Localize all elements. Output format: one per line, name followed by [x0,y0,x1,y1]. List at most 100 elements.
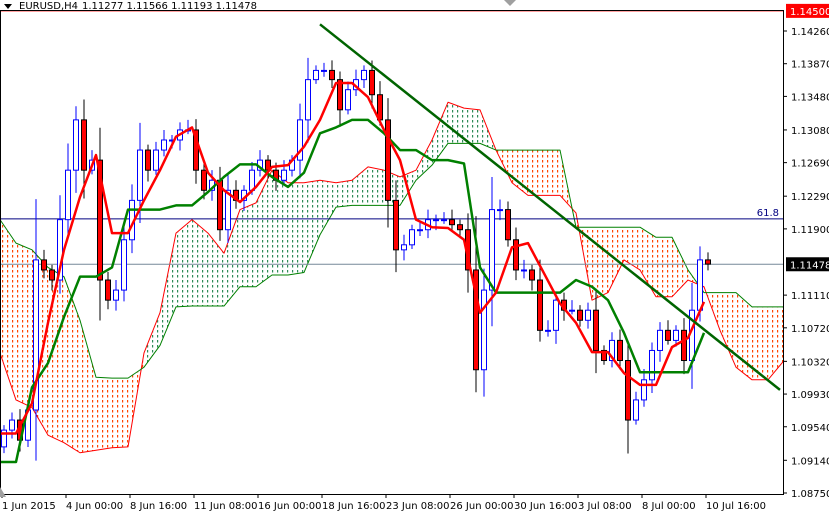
candle-bearish [329,60,335,89]
candle-body [673,329,679,341]
candle-bullish [481,268,487,397]
candle-bearish [625,344,631,454]
candle-body [305,79,311,121]
y-tick-label: 1.09140 [791,456,829,467]
candle-bullish [489,176,495,327]
cloud-segment-bullish [176,219,192,307]
candle-body [433,219,439,222]
price-chart[interactable]: 61.8 1.14260 1.13870 1.13480 1.13080 1.12690… [0,0,829,513]
y-tick-label: 1.12290 [791,192,829,203]
candle-bullish [305,57,311,143]
candle-bullish [569,300,575,315]
candle-body [161,139,167,151]
dropdown-triangle-icon[interactable] [4,4,12,9]
x-tick-label: 18 Jun 16:00 [322,501,386,512]
candle-body [329,69,335,81]
candle-bullish [545,320,551,337]
trendline[interactable] [319,23,781,391]
candle-bullish [401,234,407,261]
candle-bullish [689,283,695,389]
candle-bearish [385,98,391,228]
candle-bearish [193,119,199,184]
candle-bearish [513,227,519,281]
candle-bearish [449,209,455,231]
y-tick-label: 1.09540 [791,423,829,434]
y-tick-label: 1.09930 [791,390,829,401]
candle-body [49,269,55,281]
candle-body [409,229,415,246]
candle-body [521,269,527,272]
candle-bearish [529,264,535,291]
cloud-segment-bullish [464,108,480,144]
candle-bearish [105,271,111,310]
cloud-segment-bullish [368,166,384,206]
cloud-segment-bearish [80,320,96,453]
cloud-segment-bearish [96,377,112,451]
candle-bearish [705,252,711,271]
candle-body [697,259,703,311]
y-tick-label: 1.12690 [791,159,829,170]
candle-body [545,329,551,332]
candle-body [569,309,575,312]
chart-window[interactable]: 61.8 1.14260 1.13870 1.13480 1.13080 1.12690… [0,0,829,513]
candle-body [529,269,535,281]
x-tick-label: 3 Jul 08:00 [578,501,632,512]
candle-body [113,289,119,301]
candle-body [41,259,47,271]
cloud-segment-bullish [320,180,336,235]
candle-bullish [521,259,527,279]
candle-body [401,244,407,251]
cloud-segment-bullish [192,219,208,307]
candle-body [225,189,231,231]
chart-shift-marker-icon [504,0,516,6]
candle-body [585,309,591,321]
candle-bearish [601,345,607,365]
candle-bullish [313,65,319,84]
cloud-segment-bearish [768,306,784,380]
candle-body [625,360,631,421]
cloud-segment-bullish [352,166,368,206]
candle-body [369,69,375,96]
candle-body [417,229,423,232]
candle-bullish [417,222,423,237]
candle-body [617,339,623,362]
candle-body [313,69,319,81]
candle-body [249,169,255,191]
candle-body [393,199,399,251]
y-tick-label: 1.11900 [791,225,829,236]
candle-body [577,309,583,321]
candle-bullish [225,174,231,244]
chart-end-marker-icon [0,487,6,497]
symbol-label: EURUSD,H4 [19,1,79,12]
candle-body [593,309,599,351]
candle-bullish [441,212,447,224]
candle-bullish [65,143,71,237]
candle-bullish [633,391,639,425]
candle-body [457,224,463,231]
candle-body [641,379,647,401]
candle-bearish [681,318,687,375]
cloud-segment-bearish [544,150,560,196]
cloud-segment-bullish [416,140,432,181]
y-tick-label: 1.13480 [791,92,829,103]
cloud-segment-bullish [160,233,176,346]
cloud-segment-bearish [720,292,736,368]
candle-body [105,279,111,301]
y-tick-label: 1.14260 [791,27,829,38]
candle-body [9,419,15,431]
candle-body [657,329,663,351]
candle-bearish [233,180,239,209]
x-tick-label: 4 Jun 00:00 [66,501,123,512]
candle-bullish [641,368,647,407]
candle-bearish [97,127,103,321]
trendline-group[interactable] [319,23,781,391]
cloud-segment-bearish [112,378,128,448]
cloud-segment-bearish [528,150,544,196]
ichimoku-cloud [0,101,785,454]
candle-body [665,329,671,341]
candle-body [121,239,127,291]
candle-bullish [257,150,263,177]
candle-body [497,209,503,212]
x-tick-label: 23 Jun 08:00 [386,501,450,512]
candle-bearish [577,305,583,327]
